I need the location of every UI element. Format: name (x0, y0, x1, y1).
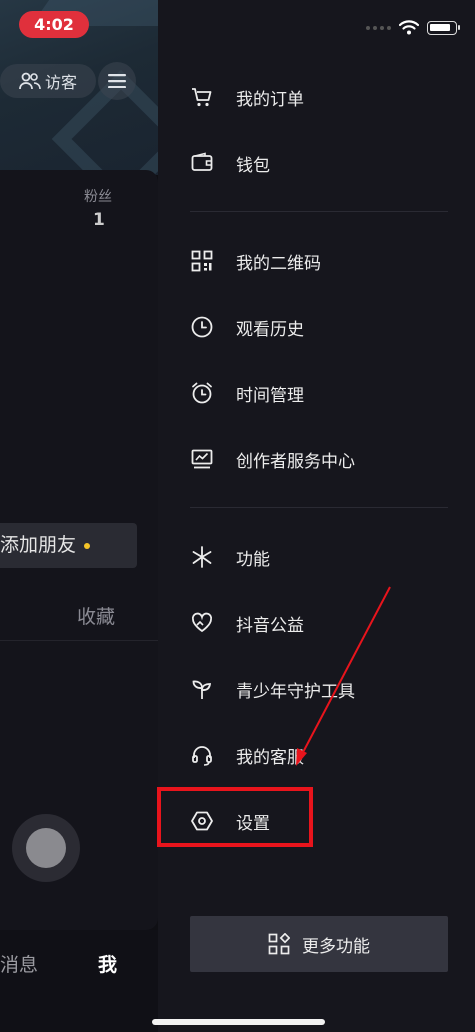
more-features-button[interactable]: 更多功能 (190, 916, 448, 972)
home-indicator[interactable] (152, 1019, 325, 1025)
more-features-label: 更多功能 (302, 936, 370, 957)
annotation-arrow (296, 586, 391, 766)
grid-diamond-icon (268, 933, 290, 955)
